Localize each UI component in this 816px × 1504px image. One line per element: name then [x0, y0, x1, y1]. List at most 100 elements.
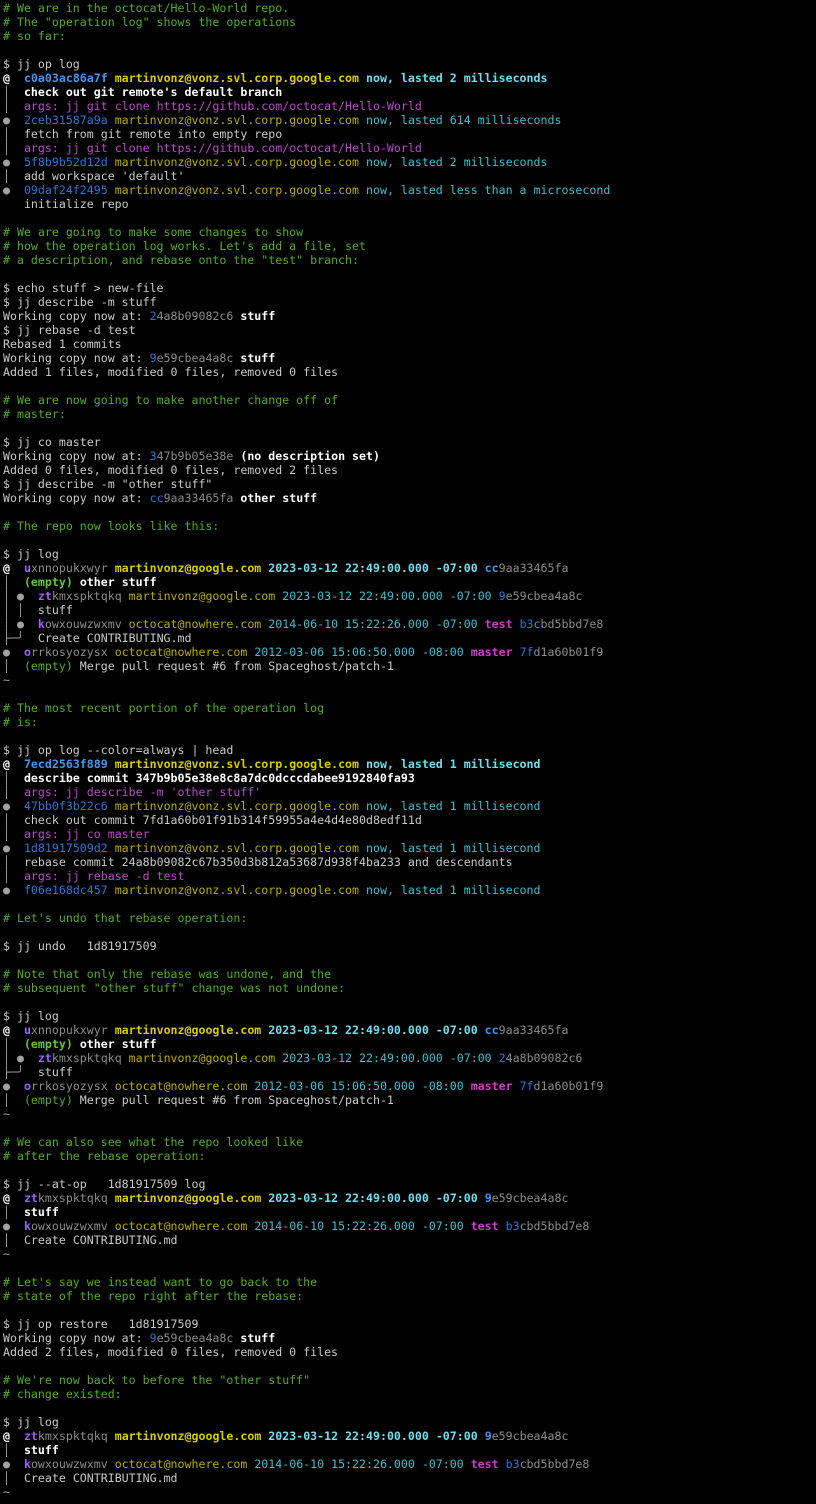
terminal-line: │ fetch from git remote into empty repo: [3, 127, 283, 141]
terminal-line: ~: [3, 1485, 10, 1499]
terminal-line: $ echo stuff > new-file: [3, 281, 164, 295]
terminal-line: ● kowxouwzwxmv octocat@nowhere.com 2014-…: [3, 1219, 590, 1233]
terminal-line: Rebased 1 commits: [3, 337, 122, 351]
terminal-line: $ jj describe -m stuff: [3, 295, 157, 309]
terminal-line: Added 1 files, modified 0 files, removed…: [3, 365, 339, 379]
terminal-line: $ jj --at-op 1d81917509 log: [3, 1177, 206, 1191]
terminal-line: ~: [3, 1247, 10, 1261]
terminal-line: $ jj log: [3, 1415, 59, 1429]
terminal-line: # Let's say we instead want to go back t…: [3, 1275, 318, 1289]
terminal-line: # We're now back to before the "other st…: [3, 1373, 311, 1387]
terminal-line: # We can also see what the repo looked l…: [3, 1135, 304, 1149]
terminal-line: # The most recent portion of the operati…: [3, 701, 325, 715]
terminal-line: │ args: jj rebase -d test: [3, 869, 185, 883]
terminal-line: ● 09daf24f2495 martinvonz@vonz.svl.corp.…: [3, 183, 611, 197]
terminal-line: │ │ stuff: [3, 603, 73, 617]
terminal-line: ├─╯ Create CONTRIBUTING.md: [3, 631, 192, 645]
terminal-line: ● f06e168dc457 martinvonz@vonz.svl.corp.…: [3, 883, 541, 897]
terminal-line: @ uxnnopukxwyr martinvonz@google.com 202…: [3, 1023, 569, 1037]
terminal-line: $ jj describe -m "other stuff": [3, 477, 213, 491]
terminal-line: # how the operation log works. Let's add…: [3, 239, 366, 253]
terminal-line: # Note that only the rebase was undone, …: [3, 967, 332, 981]
terminal-line: $ jj rebase -d test: [3, 323, 136, 337]
terminal-line: Added 0 files, modified 0 files, removed…: [3, 463, 339, 477]
terminal-line: ● 1d81917509d2 martinvonz@vonz.svl.corp.…: [3, 841, 541, 855]
terminal-line: │ args: jj git clone https://github.com/…: [3, 141, 422, 155]
terminal-line: │ args: jj git clone https://github.com/…: [3, 99, 422, 113]
terminal-line: ● 5f8b9b52d12d martinvonz@vonz.svl.corp.…: [3, 155, 548, 169]
terminal-line: │ check out commit 7fd1a60b01f91b314f599…: [3, 813, 422, 827]
terminal-line: @ 7ecd2563f889 martinvonz@vonz.svl.corp.…: [3, 757, 541, 771]
terminal-line: $ jj op restore 1d81917509: [3, 1317, 199, 1331]
terminal-line: │ rebase commit 24a8b09082c67b350d3b812a…: [3, 855, 513, 869]
terminal-line: # We are in the octocat/Hello-World repo…: [3, 1, 290, 15]
terminal-line: │ (empty) other stuff: [3, 1037, 157, 1051]
terminal-line: ● 47bb0f3b22c6 martinvonz@vonz.svl.corp.…: [3, 799, 541, 813]
terminal-line: # after the rebase operation:: [3, 1149, 206, 1163]
terminal-line: │ describe commit 347b9b05e38e8c8a7dc0dc…: [3, 771, 415, 785]
terminal-line: # master:: [3, 407, 66, 421]
terminal-line: Working copy now at: 9e59cbea4a8c stuff: [3, 1331, 276, 1345]
terminal-line: │ (empty) other stuff: [3, 575, 157, 589]
terminal-line: # We are going to make some changes to s…: [3, 225, 304, 239]
terminal-line: Working copy now at: 9e59cbea4a8c stuff: [3, 351, 276, 365]
terminal-line: │ Create CONTRIBUTING.md: [3, 1471, 178, 1485]
terminal-line: $ jj log: [3, 1009, 59, 1023]
terminal-line: $ jj co master: [3, 435, 101, 449]
terminal-line: # The repo now looks like this:: [3, 519, 220, 533]
terminal-line: ● 2ceb31587a9a martinvonz@vonz.svl.corp.…: [3, 113, 562, 127]
terminal-line: @ uxnnopukxwyr martinvonz@google.com 202…: [3, 561, 569, 575]
terminal-line: │ Create CONTRIBUTING.md: [3, 1233, 178, 1247]
terminal-line: # We are now going to make another chang…: [3, 393, 339, 407]
terminal-line: Working copy now at: cc9aa33465fa other …: [3, 491, 318, 505]
terminal-line: # Let's undo that rebase operation:: [3, 911, 248, 925]
terminal-line: $ jj log: [3, 547, 59, 561]
terminal-line: │ stuff: [3, 1443, 59, 1457]
terminal-line: │ ● kowxouwzwxmv octocat@nowhere.com 201…: [3, 617, 604, 631]
terminal-line: $ jj undo 1d81917509: [3, 939, 157, 953]
terminal-line: # so far:: [3, 29, 66, 43]
terminal-line: # state of the repo right after the reba…: [3, 1289, 304, 1303]
terminal-output: # We are in the octocat/Hello-World repo…: [3, 1, 816, 1499]
terminal-line: ● kowxouwzwxmv octocat@nowhere.com 2014-…: [3, 1457, 590, 1471]
terminal-line: ~: [3, 1107, 10, 1121]
terminal-line: $ jj op log: [3, 57, 80, 71]
terminal-line: Added 2 files, modified 0 files, removed…: [3, 1345, 339, 1359]
terminal-line: initialize repo: [3, 197, 129, 211]
terminal-line: Working copy now at: 347b9b05e38e (no de…: [3, 449, 380, 463]
terminal-line: ● orrkosyozysx octocat@nowhere.com 2012-…: [3, 1079, 604, 1093]
terminal-line: # subsequent "other stuff" change was no…: [3, 981, 346, 995]
terminal-line: @ ztkmxspktqkq martinvonz@google.com 202…: [3, 1429, 569, 1443]
terminal-line: │ stuff: [3, 1205, 59, 1219]
terminal-line: │ args: jj co master: [3, 827, 150, 841]
terminal-line: # is:: [3, 715, 38, 729]
terminal-line: ~: [3, 673, 10, 687]
terminal-line: │ check out git remote's default branch: [3, 85, 283, 99]
terminal-line: @ c0a03ac86a7f martinvonz@vonz.svl.corp.…: [3, 71, 548, 85]
terminal-line: │ ● ztkmxspktqkq martinvonz@google.com 2…: [3, 589, 583, 603]
terminal-line: # change existed:: [3, 1387, 122, 1401]
terminal-line: ├─╯ stuff: [3, 1065, 73, 1079]
terminal-line: │ ● ztkmxspktqkq martinvonz@google.com 2…: [3, 1051, 583, 1065]
terminal: # We are in the octocat/Hello-World repo…: [0, 0, 816, 1504]
terminal-line: │ args: jj describe -m 'other stuff': [3, 785, 262, 799]
terminal-line: │ (empty) Merge pull request #6 from Spa…: [3, 1093, 394, 1107]
